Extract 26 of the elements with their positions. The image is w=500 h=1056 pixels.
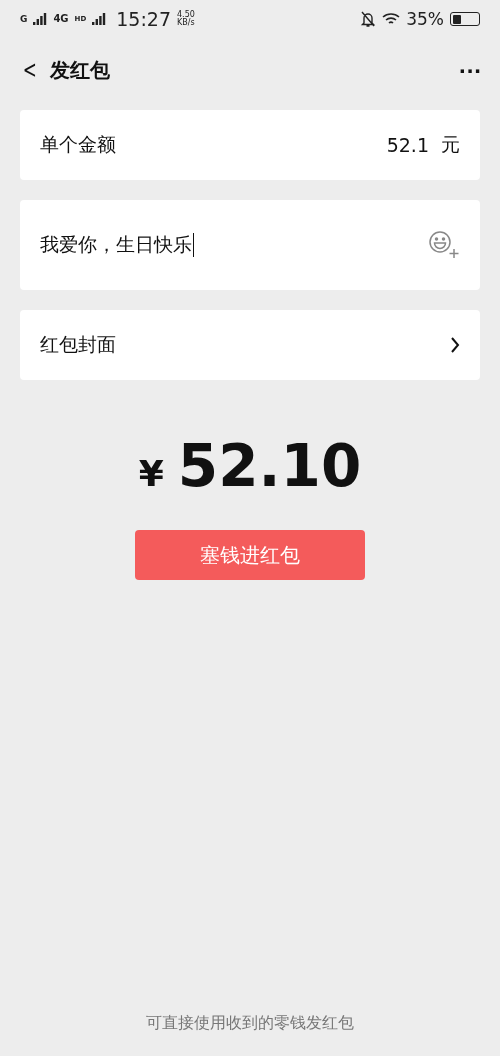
network-label: 4G xyxy=(53,14,69,24)
cover-label: 红包封面 xyxy=(40,332,116,357)
bell-off-icon xyxy=(360,10,377,28)
message-text: 我爱你，生日快乐 xyxy=(40,232,192,257)
network-speed: 4.50 KB/s xyxy=(177,11,195,27)
network-label: G xyxy=(20,14,28,24)
text-cursor xyxy=(193,233,194,257)
amount-value: 52.1 xyxy=(386,134,429,156)
amount-label: 单个金额 xyxy=(40,132,116,157)
message-field[interactable]: 我爱你，生日快乐 xyxy=(20,200,480,290)
amount-card[interactable]: 单个金额 52.1 元 xyxy=(20,110,480,180)
total-amount: 52.10 xyxy=(177,432,362,500)
currency-symbol: ¥ xyxy=(138,453,164,494)
cover-card[interactable]: 红包封面 xyxy=(20,310,480,380)
signal-icon xyxy=(92,13,107,25)
unit-label: 元 xyxy=(441,132,460,157)
signal-icon xyxy=(33,13,48,25)
wifi-icon xyxy=(382,12,401,26)
page-title: 发红包 xyxy=(50,56,111,84)
battery-percentage: 35% xyxy=(406,9,444,29)
clock: 15:27 xyxy=(116,8,171,30)
more-button[interactable]: ... xyxy=(459,51,482,89)
back-button[interactable]: < xyxy=(22,56,46,84)
emoji-add-icon[interactable] xyxy=(428,230,460,260)
chevron-right-icon xyxy=(450,336,460,354)
footer-note: 可直接使用收到的零钱发红包 xyxy=(145,1013,355,1034)
